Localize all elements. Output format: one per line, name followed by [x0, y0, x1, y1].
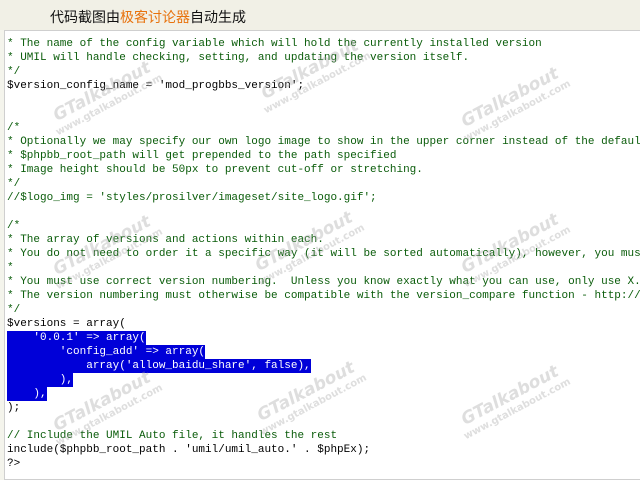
code-line[interactable]: */ [7, 303, 20, 317]
code-line-selected[interactable]: '0.0.1' => array( [7, 331, 146, 345]
code-line[interactable]: * Optionally we may specify our own logo… [7, 135, 640, 149]
code-line[interactable]: ); [7, 401, 20, 415]
code-line[interactable]: * You must use correct version numbering… [7, 275, 640, 289]
banner-prefix: 代码截图由 [50, 10, 120, 26]
banner-suffix: 自动生成 [190, 10, 246, 26]
code-editor[interactable]: * * The name of the config variable whic… [4, 30, 640, 480]
code-line[interactable]: */ [7, 65, 20, 79]
code-line[interactable]: * UMIL will handle checking, setting, an… [7, 51, 469, 65]
code-line[interactable]: * The array of versions and actions with… [7, 233, 324, 247]
banner-site-name[interactable]: 极客讨论器 [120, 10, 190, 26]
code-line[interactable]: * The name of the config variable which … [7, 37, 542, 51]
code-line[interactable]: $versions = array( [7, 317, 126, 331]
code-line[interactable]: $version_config_name = 'mod_progbbs_vers… [7, 79, 304, 93]
code-line[interactable]: * [7, 261, 14, 275]
code-line[interactable]: * [7, 31, 14, 37]
code-line[interactable]: include($phpbb_root_path . 'umil/umil_au… [7, 443, 370, 457]
banner: 代码截图由极客讨论器自动生成 [0, 0, 640, 30]
code-line[interactable]: // Include the UMIL Auto file, it handle… [7, 429, 337, 443]
code-line[interactable]: /* [7, 219, 20, 233]
code-line[interactable]: ?> [7, 457, 20, 471]
banner-caption: 代码截图由极客讨论器自动生成 [50, 7, 246, 27]
code-line[interactable]: //$logo_img = 'styles/prosilver/imageset… [7, 191, 377, 205]
code-line[interactable]: */ [7, 177, 20, 191]
code-line[interactable]: * $phpbb_root_path will get prepended to… [7, 149, 396, 163]
code-line-selected[interactable]: array('allow_baidu_share', false), [7, 359, 311, 373]
code-line-selected[interactable]: ), [7, 387, 47, 401]
code-line[interactable]: * You do not need to order it a specific… [7, 247, 640, 261]
code-line[interactable]: * Image height should be 50px to prevent… [7, 163, 423, 177]
code-line[interactable]: /* [7, 121, 20, 135]
code-line-selected[interactable]: 'config_add' => array( [7, 345, 206, 359]
code-line[interactable]: * The version numbering must otherwise b… [7, 289, 640, 303]
code-line-selected[interactable]: ), [7, 373, 74, 387]
